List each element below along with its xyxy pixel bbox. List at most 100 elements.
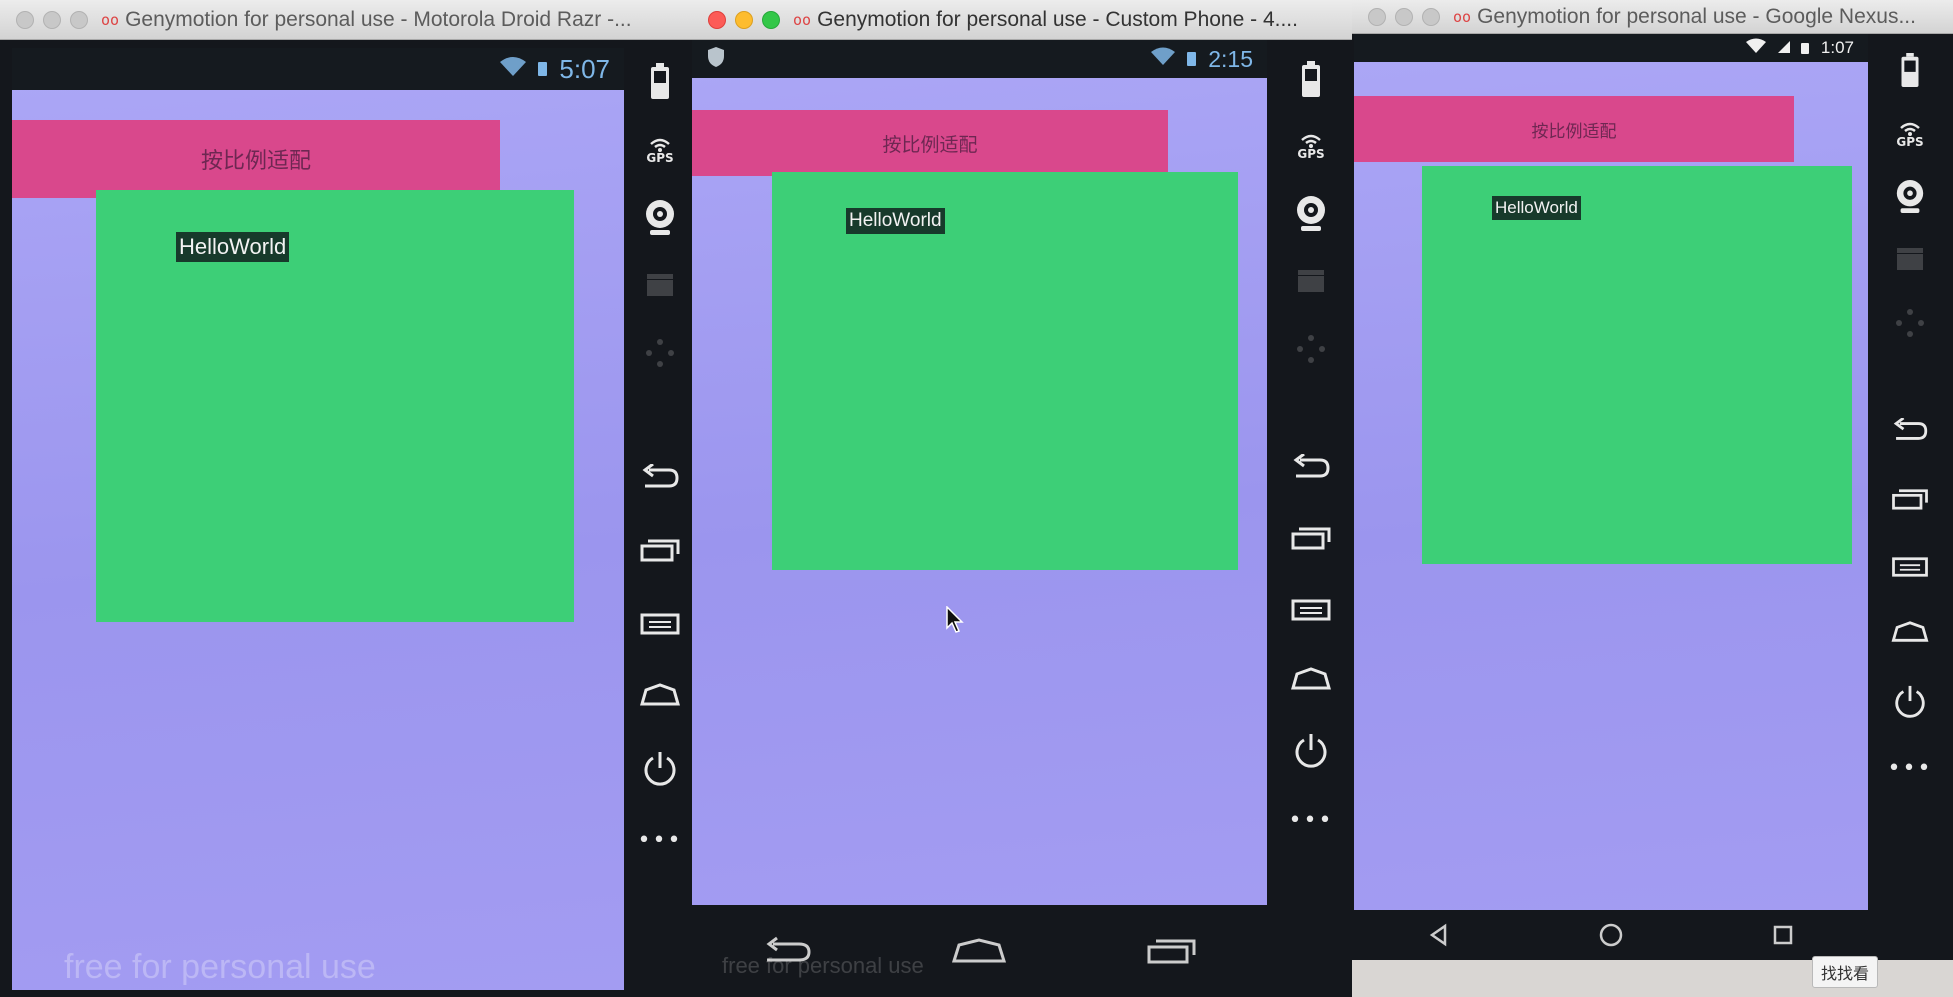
status-bar: 2:15 [692,40,1267,78]
gps-signal-icon [1301,134,1321,148]
home-icon [1891,621,1929,642]
clapperboard-icon [1897,248,1923,270]
more-options-button[interactable]: ••• [1289,808,1334,833]
zoom-window-button[interactable] [1422,7,1440,26]
power-button[interactable] [641,750,679,788]
genymotion-logo-icon: oo [793,10,812,29]
battery-widget-button[interactable] [1300,56,1322,102]
dpad-widget-button[interactable] [1296,334,1326,364]
webcam-widget-button[interactable] [1294,194,1328,234]
gps-label: GPS [1896,135,1924,149]
window-titlebar[interactable]: oo Genymotion for personal use - Custom … [692,0,1352,40]
status-bar: 1:07 [1354,34,1868,62]
genymotion-logo-icon: oo [101,10,120,29]
back-arrow-icon [1293,454,1330,478]
nav-back-button[interactable] [1427,923,1451,947]
dpad-widget-button[interactable] [645,338,675,368]
battery-widget-button[interactable] [649,58,671,104]
gps-widget-button[interactable]: GPS [1297,134,1325,161]
home-button[interactable] [1890,620,1930,644]
power-icon [1895,685,1925,718]
android-nav-bar: free for personal use [692,905,1267,997]
proportional-fit-label: 按比例适配 [882,133,978,156]
clapper-widget-button[interactable] [645,272,675,298]
battery-icon [538,62,548,76]
status-bar: 5:07 [12,48,624,90]
more-options-button[interactable]: ••• [638,828,683,853]
recent-apps-button[interactable] [1890,488,1930,510]
emulator-window-nexus: oo Genymotion for personal use - Google … [1352,0,1953,960]
minimize-window-button[interactable] [43,10,61,29]
power-icon [644,752,676,786]
close-window-button[interactable] [1368,7,1386,26]
menu-button[interactable] [1890,556,1930,578]
nav-recent-button[interactable] [1771,923,1795,947]
more-options-button[interactable]: ••• [1888,756,1933,781]
minimize-window-button[interactable] [1395,7,1413,26]
menu-button[interactable] [639,612,681,636]
find-button[interactable]: 找找看 [1812,956,1879,988]
nav-home-button[interactable] [1598,922,1624,948]
battery-widget-button[interactable] [1899,48,1921,92]
wifi-icon [498,56,528,82]
android-screen[interactable]: 5:07 按比例适配 HelloWorld free for personal … [12,48,624,990]
status-time: 5:07 [559,53,610,84]
back-button[interactable] [639,464,681,492]
home-circle-icon [1599,923,1623,947]
gps-widget-button[interactable]: GPS [1896,122,1924,149]
nav-recent-button[interactable] [1146,937,1198,965]
back-button[interactable] [1290,454,1332,482]
recent-apps-button[interactable] [639,538,681,562]
window-titlebar[interactable]: oo Genymotion for personal use - Google … [1352,0,1953,34]
clapperboard-icon [1298,270,1324,292]
shield-icon [706,46,726,72]
clapper-widget-button[interactable] [1895,246,1925,272]
nav-home-button[interactable] [951,937,1007,965]
recent-apps-icon [1291,527,1331,550]
battery-icon [1800,42,1809,54]
recent-apps-icon [1892,489,1928,510]
gps-label: GPS [646,151,674,165]
status-time: 1:07 [1820,38,1854,57]
webcam-widget-button[interactable] [1894,178,1926,216]
power-button[interactable] [1892,684,1928,720]
recent-apps-button[interactable] [1290,526,1332,550]
signal-icon [1777,39,1791,58]
proportional-fit-label: 按比例适配 [1531,121,1617,142]
gps-label: GPS [1297,147,1325,161]
window-titlebar[interactable]: oo Genymotion for personal use - Motorol… [0,0,700,40]
home-icon [1291,667,1331,690]
clapper-widget-button[interactable] [1296,268,1326,294]
home-button[interactable] [1290,666,1332,692]
dpad-widget-button[interactable] [1895,308,1925,338]
power-button[interactable] [1292,732,1330,770]
close-window-button[interactable] [16,10,34,29]
android-screen[interactable]: 2:15 按比例适配 HelloWorld [692,40,1267,905]
zoom-window-button[interactable] [70,10,88,29]
webcam-widget-button[interactable] [643,198,677,238]
back-triangle-icon [1430,923,1447,947]
battery-icon [1187,52,1197,66]
dpad-icon [646,339,674,367]
proportional-fit-bar: 按比例适配 [692,110,1168,176]
minimize-window-button[interactable] [735,10,753,29]
close-window-button[interactable] [708,10,726,29]
mouse-cursor-icon [946,605,966,638]
android-screen[interactable]: 1:07 按比例适配 HelloWorld [1354,34,1868,910]
back-button[interactable] [1890,418,1930,444]
emulator-window-custom-phone: oo Genymotion for personal use - Custom … [692,0,1352,997]
genymotion-logo-icon: oo [1453,7,1472,26]
webcam-icon [1297,196,1325,231]
clapperboard-icon [647,274,673,296]
more-dots-icon: ••• [1288,808,1334,833]
recent-apps-icon [1147,939,1196,964]
menu-button[interactable] [1290,598,1332,622]
zoom-window-button[interactable] [762,10,780,29]
green-box: HelloWorld [1422,166,1852,564]
proportional-fit-label: 按比例适配 [200,149,311,174]
home-icon [952,938,1007,963]
home-button[interactable] [639,682,681,708]
gps-widget-button[interactable]: GPS [646,138,674,165]
gps-signal-icon [1900,122,1920,136]
menu-icon [1291,599,1331,621]
